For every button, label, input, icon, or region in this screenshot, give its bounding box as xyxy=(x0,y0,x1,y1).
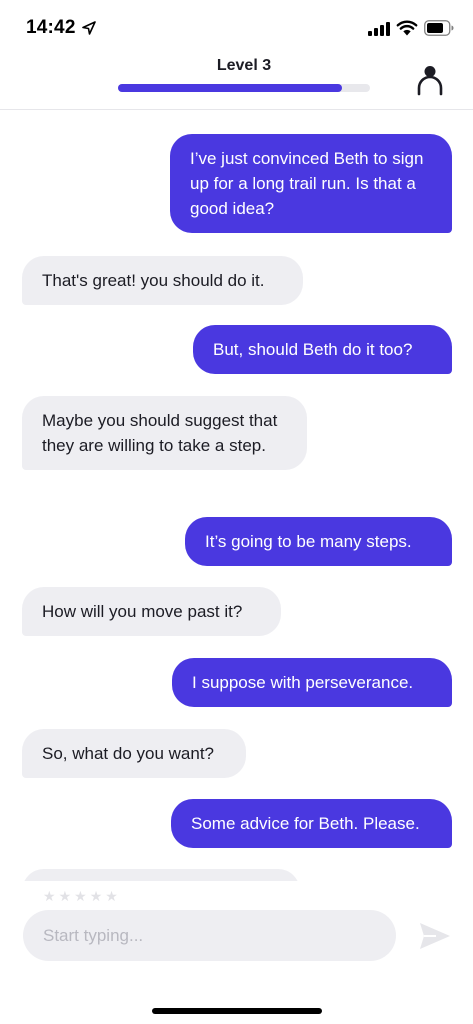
user-message: Some advice for Beth. Please. xyxy=(171,799,452,848)
star-icon[interactable]: ★ xyxy=(90,888,103,904)
status-time: 14:42 xyxy=(26,17,76,38)
user-message: It’s going to be many steps. xyxy=(185,517,452,566)
bot-message: How will you move past it? xyxy=(22,587,281,636)
bot-message: So, what do you want? xyxy=(22,729,246,778)
message-input-container xyxy=(23,910,396,961)
chat-thread[interactable]: I’ve just convinced Beth to sign up for … xyxy=(0,111,473,881)
star-icon[interactable]: ★ xyxy=(74,888,87,904)
bot-message: That's great! you should do it. xyxy=(22,256,303,305)
level-progress-bar xyxy=(118,84,370,92)
home-indicator[interactable] xyxy=(152,1008,322,1014)
cellular-signal-icon xyxy=(368,22,390,36)
user-message: But, should Beth do it too? xyxy=(193,325,452,374)
message-input[interactable] xyxy=(23,910,396,961)
bot-message-typing xyxy=(22,869,300,881)
level-progress-fill xyxy=(118,84,343,92)
status-bar: 14:42 xyxy=(0,0,473,52)
wifi-icon xyxy=(396,20,418,36)
level-title: Level 3 xyxy=(216,57,272,74)
location-arrow-icon xyxy=(82,21,96,35)
bot-message: Maybe you should suggest that they are w… xyxy=(22,396,307,470)
send-icon[interactable] xyxy=(418,920,452,952)
star-icon[interactable]: ★ xyxy=(59,888,72,904)
person-icon[interactable] xyxy=(414,64,446,96)
star-icon[interactable]: ★ xyxy=(105,888,118,904)
star-icon[interactable]: ★ xyxy=(43,888,56,904)
chat-header: Level 3 xyxy=(0,52,473,110)
user-message: I suppose with perseverance. xyxy=(172,658,452,707)
battery-icon xyxy=(424,20,454,36)
user-message: I’ve just convinced Beth to sign up for … xyxy=(170,134,452,233)
message-rating[interactable]: ★ ★ ★ ★ ★ xyxy=(43,888,118,904)
